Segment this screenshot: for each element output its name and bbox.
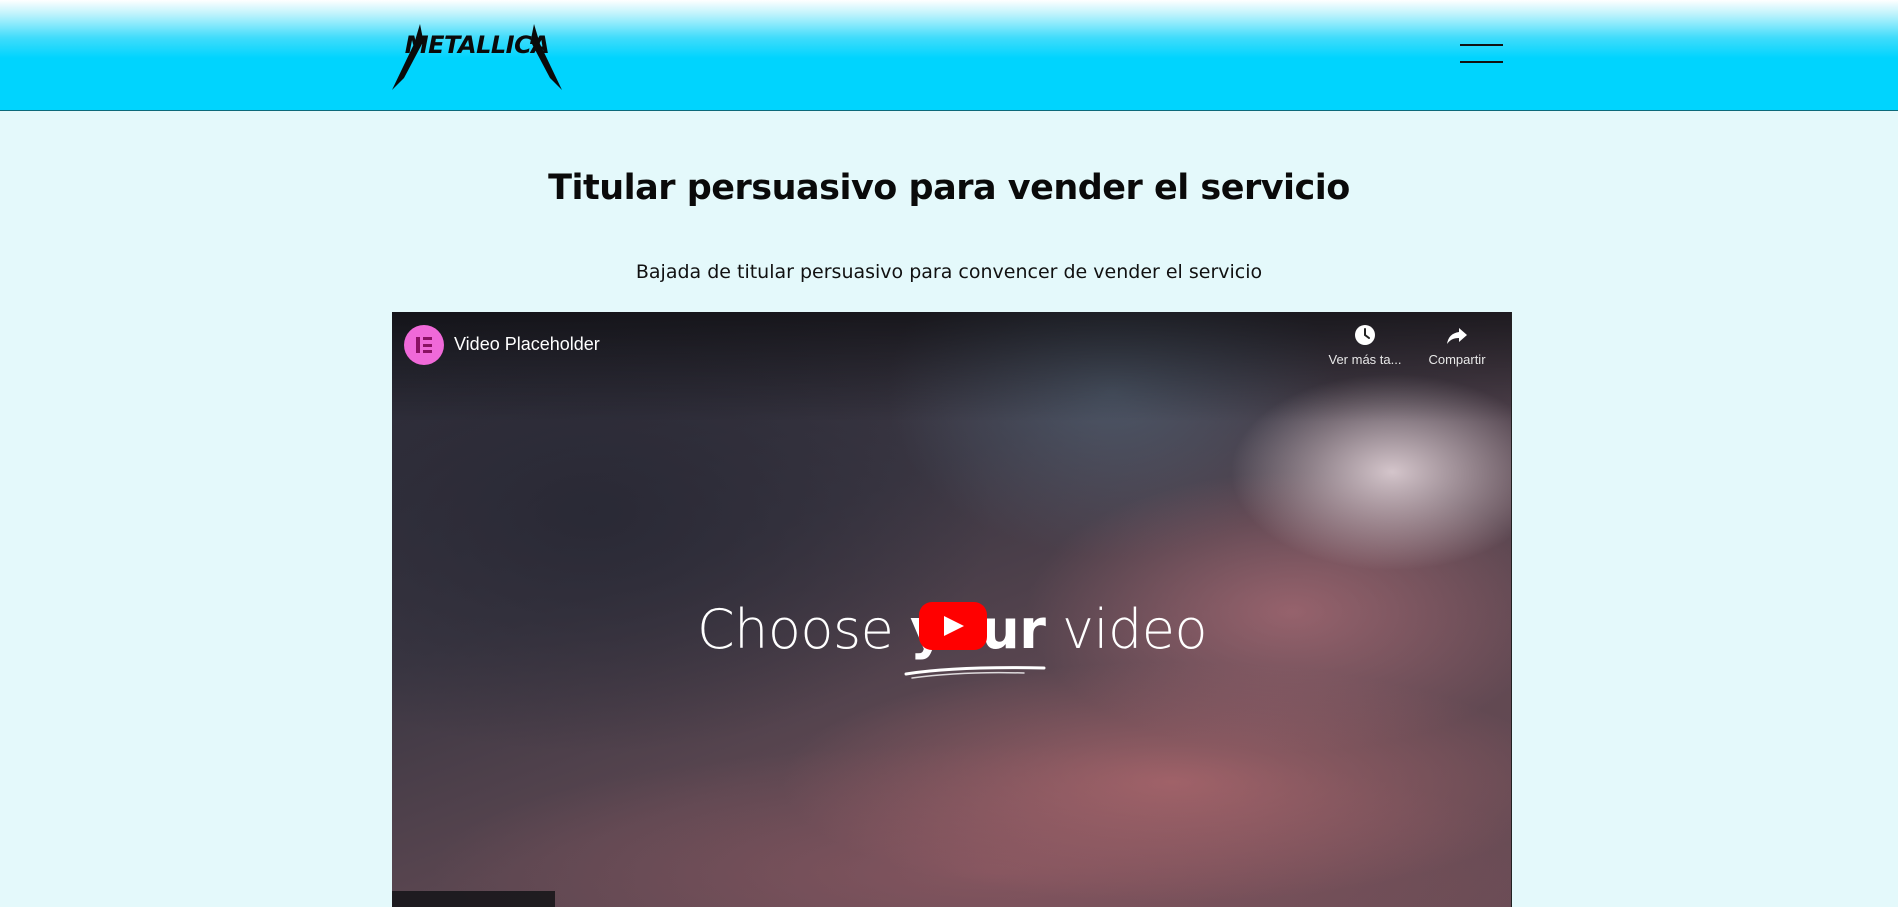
watch-later-label: Ver más ta... [1328, 352, 1402, 367]
elementor-icon[interactable] [404, 325, 444, 365]
hamburger-line-top [1460, 44, 1503, 46]
share-button[interactable]: Compartir [1412, 324, 1502, 367]
overlay-text-after: video [1045, 598, 1208, 661]
page-headline: Titular persuasivo para vender el servic… [548, 168, 1350, 208]
share-icon [1447, 328, 1467, 344]
hamburger-line-bottom [1460, 61, 1503, 63]
metallica-logo[interactable]: METALLICA [392, 20, 562, 92]
share-label: Compartir [1428, 352, 1486, 367]
watch-later-button[interactable]: Ver más ta... [1320, 324, 1410, 367]
underline-scribble [904, 666, 1046, 679]
clock-icon [1355, 325, 1375, 345]
video-title[interactable]: Video Placeholder [454, 334, 600, 355]
play-triangle-icon [944, 616, 964, 636]
hamburger-menu-icon[interactable] [1460, 44, 1503, 64]
overlay-text-before: Choose [696, 598, 910, 661]
logo-text: METALLICA [405, 31, 550, 59]
video-bottom-overlay [392, 891, 555, 907]
video-embed[interactable]: Video Placeholder Ver más ta... Comparti… [392, 312, 1512, 907]
youtube-play-icon[interactable] [919, 602, 987, 650]
site-header: METALLICA [0, 0, 1898, 111]
metallica-logo-graphic: METALLICA [392, 24, 562, 90]
page-subheadline: Bajada de titular persuasivo para conven… [635, 261, 1263, 283]
